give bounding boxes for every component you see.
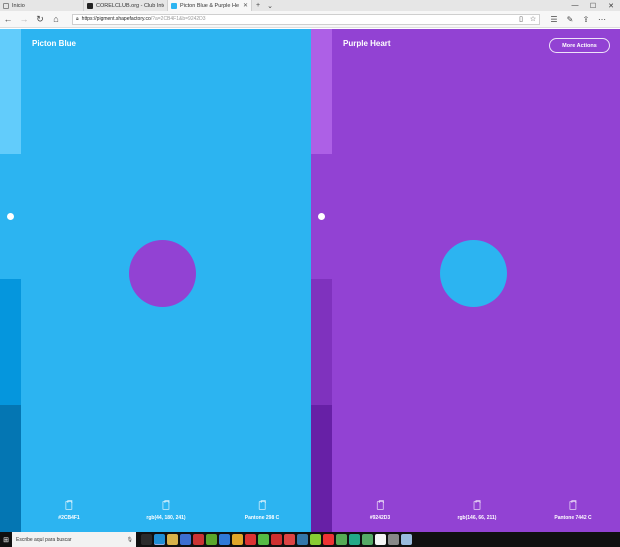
app-icon[interactable] xyxy=(284,534,295,545)
app-icon[interactable] xyxy=(323,534,334,545)
clipboard-icon xyxy=(569,500,577,510)
app-icon[interactable] xyxy=(401,534,412,545)
pigment-icon xyxy=(171,2,177,9)
contrast-circle xyxy=(129,240,196,307)
url-query: /?a=2CB4F1&b=9242D3 xyxy=(150,16,206,22)
pinned-apps xyxy=(140,534,413,545)
right-color-panel: Purple Heart More Actions #9242D3 rgb(14… xyxy=(311,29,620,532)
page-content: Picton Blue #2CB4F1 rgb(44, 180, 241) Pa… xyxy=(0,29,620,532)
shade-swatch[interactable] xyxy=(311,29,332,154)
tab-pigment[interactable]: Picton Blue & Purple He ✕ xyxy=(168,0,252,11)
more-icon[interactable]: ⋯ xyxy=(594,15,610,24)
file-explorer-icon[interactable] xyxy=(167,534,178,545)
tab-strip: Inicio CORELCLUB.org - Club Inter Picton… xyxy=(0,0,620,11)
pantone-copy[interactable]: Pantone 7442 C xyxy=(554,500,592,521)
clipboard-icon xyxy=(473,500,481,510)
maximize-icon[interactable]: ☐ xyxy=(584,0,602,11)
shade-swatch[interactable] xyxy=(0,279,21,405)
close-window-icon[interactable]: ✕ xyxy=(602,0,620,11)
refresh-icon[interactable]: ↻ xyxy=(32,11,48,28)
app-icon[interactable] xyxy=(388,534,399,545)
tab-label: Inicio xyxy=(12,2,25,9)
window-controls: — ☐ ✕ xyxy=(566,0,620,11)
url-host: https://pigment.shapefactory.co xyxy=(81,16,151,22)
app-icon[interactable] xyxy=(349,534,360,545)
corel-icon xyxy=(87,2,93,9)
chrome-icon[interactable] xyxy=(232,534,243,545)
shade-handle-dot[interactable] xyxy=(7,213,14,220)
app-icon[interactable] xyxy=(271,534,282,545)
back-icon[interactable]: ← xyxy=(0,11,16,28)
app-icon[interactable] xyxy=(258,534,269,545)
shade-handle-dot[interactable] xyxy=(318,213,325,220)
color-name-title: Purple Heart xyxy=(343,39,391,48)
pantone-value: Pantone 298 C xyxy=(244,515,280,521)
clipboard-icon xyxy=(258,500,266,510)
address-bar[interactable]: 🔒︎ https://pigment.shapefactory.co/?a=2C… xyxy=(72,13,540,25)
app-icon[interactable] xyxy=(362,534,373,545)
task-view-icon[interactable] xyxy=(141,534,152,545)
pantone-value: Pantone 7442 C xyxy=(554,515,592,521)
home-icon[interactable]: ⌂ xyxy=(48,11,64,28)
edge-icon[interactable] xyxy=(154,534,165,545)
pantone-copy[interactable]: Pantone 298 C xyxy=(244,500,280,521)
rgb-copy[interactable]: rgb(146, 66, 211) xyxy=(457,500,497,521)
app-icon[interactable] xyxy=(193,534,204,545)
app-icon[interactable] xyxy=(245,534,256,545)
clipboard-icon xyxy=(376,500,384,510)
favorite-star-icon[interactable]: ☆ xyxy=(527,15,539,23)
reading-view-icon[interactable]: ▯ xyxy=(515,15,527,23)
app-icon[interactable] xyxy=(375,534,386,545)
microphone-icon[interactable]: 🎙︎ xyxy=(127,537,133,543)
tab-corelclub[interactable]: CORELCLUB.org - Club Inter xyxy=(84,0,168,11)
tab-label: CORELCLUB.org - Club Inter xyxy=(96,2,164,9)
more-actions-button[interactable]: More Actions xyxy=(549,38,610,53)
rgb-value: rgb(44, 180, 241) xyxy=(146,515,186,521)
windows-start-icon[interactable]: ⊞ xyxy=(0,532,12,547)
favorites-hub-icon[interactable]: ☰ xyxy=(546,15,562,24)
shade-swatch[interactable] xyxy=(0,405,21,532)
tab-label: Picton Blue & Purple He xyxy=(180,2,240,9)
taskbar: ⊞ Escribe aquí para buscar 🎙︎ xyxy=(0,532,620,547)
lock-icon: 🔒︎ xyxy=(76,16,79,22)
shade-swatch[interactable] xyxy=(311,279,332,405)
app-icon[interactable] xyxy=(297,534,308,545)
search-placeholder: Escribe aquí para buscar xyxy=(16,536,72,543)
app-icon[interactable] xyxy=(310,534,321,545)
minimize-icon[interactable]: — xyxy=(566,0,584,11)
hex-copy[interactable]: #9242D3 xyxy=(369,500,391,521)
coreldraw-icon[interactable] xyxy=(206,534,217,545)
contrast-circle xyxy=(440,240,507,307)
hex-value: #9242D3 xyxy=(369,515,391,521)
shade-swatch[interactable] xyxy=(0,29,21,154)
close-tab-icon[interactable]: ✕ xyxy=(241,2,248,9)
share-icon[interactable]: ⇪ xyxy=(578,15,594,24)
page-icon xyxy=(3,2,9,9)
taskbar-search-box[interactable]: Escribe aquí para buscar 🎙︎ xyxy=(12,532,136,547)
new-tab-icon[interactable]: + xyxy=(252,0,264,11)
tab-inicio[interactable]: Inicio xyxy=(0,0,84,11)
hex-copy[interactable]: #2CB4F1 xyxy=(58,500,80,521)
tab-list-icon[interactable]: ⌄ xyxy=(264,0,276,11)
app-icon[interactable] xyxy=(219,534,230,545)
clipboard-icon xyxy=(65,500,73,510)
store-icon[interactable] xyxy=(180,534,191,545)
navigation-bar: ← → ↻ ⌂ 🔒︎ https://pigment.shapefactory.… xyxy=(0,11,620,28)
rgb-value: rgb(146, 66, 211) xyxy=(457,515,497,521)
left-color-panel: Picton Blue #2CB4F1 rgb(44, 180, 241) Pa… xyxy=(0,29,311,532)
forward-icon[interactable]: → xyxy=(16,11,32,28)
rgb-copy[interactable]: rgb(44, 180, 241) xyxy=(146,500,186,521)
color-name-title: Picton Blue xyxy=(32,39,77,48)
app-icon[interactable] xyxy=(336,534,347,545)
shade-swatch[interactable] xyxy=(311,405,332,532)
web-note-icon[interactable]: ✎ xyxy=(562,15,578,24)
clipboard-icon xyxy=(162,500,170,510)
hex-value: #2CB4F1 xyxy=(58,515,80,521)
